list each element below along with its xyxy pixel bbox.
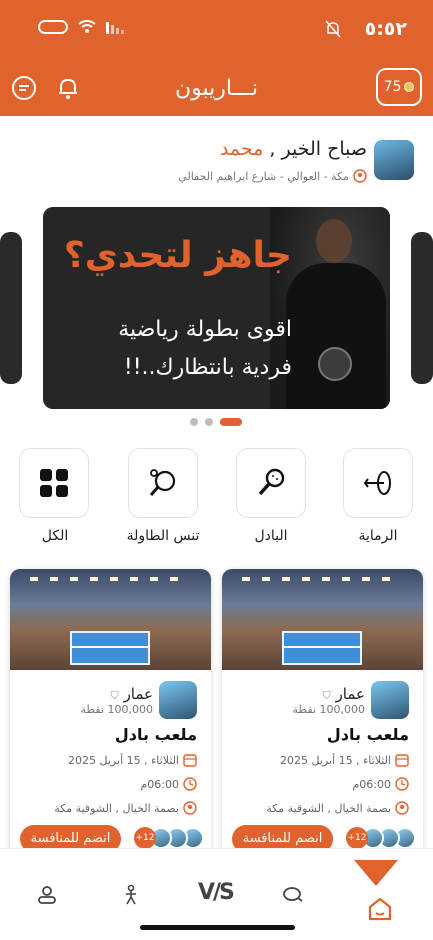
carousel-indicator [190,418,242,426]
carousel-dot[interactable] [205,418,213,426]
event-time-row: 06:00م [352,777,409,791]
event-title: ملعب بادل [326,725,409,744]
banner-line-1: اقوى بطولة رياضية [118,317,292,342]
more-participants-badge: +12 [346,827,368,849]
app-title: نـــاريبون [174,76,259,101]
event-date-row: الثلاثاء , 15 أبريل 2025 [280,753,409,767]
signal-icon [106,22,124,34]
grid-icon [40,469,68,497]
event-card[interactable]: عمار ⛉ 100,000 نقطة ملعب بادل الثلاثاء ,… [222,569,423,859]
event-time: 06:00م [140,777,179,791]
court-image [222,569,423,670]
player-points: 100,000 نقطة [292,703,365,716]
status-icons [38,20,128,34]
user-name: محمد [219,138,264,160]
wifi-icon [78,20,96,33]
player-name: عمار ⛉ [323,685,365,703]
category-archery[interactable] [343,448,413,518]
event-location: بصمة الخيال , الشوقية مكة [54,801,179,815]
calendar-icon [395,754,409,767]
location-pin-icon [353,169,367,183]
user-location[interactable]: مكة - العوالي - شارع ابراهيم الجفالي [178,169,367,183]
home-indicator [140,925,295,930]
category-label: البادل [254,528,288,544]
greeting-text: صباح الخير , [269,138,367,160]
carousel-dot[interactable] [190,418,198,426]
archery-target-icon [363,471,391,495]
active-tab-indicator [354,860,398,886]
greeting: صباح الخير , محمد [220,138,367,160]
player-name-text: عمار [335,685,365,703]
category-padel[interactable] [236,448,306,518]
banner-title: جاهز لتحدي؟ [63,235,292,276]
carousel-prev-slide[interactable] [0,232,22,384]
event-location-row: بصمة الخيال , الشوقية مكة [54,801,197,815]
shield-icon: ⛉ [110,689,119,702]
padel-racket-icon [258,468,285,496]
event-location: بصمة الخيال , الشوقية مكة [266,801,391,815]
event-date: الثلاثاء , 15 أبريل 2025 [280,753,391,767]
player-points: 100,000 نقطة [80,703,153,716]
location-text: مكة - العوالي - شارع ابراهيم الجفالي [178,169,349,183]
category-label: الكل [41,528,69,544]
event-location-row: بصمة الخيال , الشوقية مكة [266,801,409,815]
coin-icon [404,82,415,92]
profile-icon[interactable] [34,882,60,908]
event-date: الثلاثاء , 15 أبريل 2025 [68,753,179,767]
category-table-tennis[interactable] [128,448,198,518]
player-avatar [159,681,197,719]
carousel-dot-active[interactable] [220,418,242,426]
user-avatar[interactable] [374,140,414,180]
event-time: 06:00م [352,777,391,791]
event-title: ملعب بادل [114,725,197,744]
banner-line-2: فردية بانتظارك..!! [123,355,292,380]
calendar-icon [183,754,197,767]
more-participants-badge: +12 [134,827,156,849]
category-all[interactable] [19,448,89,518]
player-avatar [371,681,409,719]
status-time: ٥:٥٢ [364,18,407,40]
points-badge[interactable]: 75 [376,68,422,106]
mute-bell-icon [325,20,341,38]
carousel-next-slide[interactable] [411,232,433,384]
category-label: تنس الطاولة [126,528,200,544]
promo-banner[interactable]: جاهز لتحدي؟ اقوى بطولة رياضية فردية بانت… [43,207,390,409]
clock-icon [395,777,409,791]
event-card[interactable]: عمار ⛉ 100,000 نقطة ملعب بادل الثلاثاء ,… [10,569,211,859]
battery-icon [38,20,68,34]
activity-icon[interactable] [118,882,144,908]
shield-icon: ⛉ [322,689,331,702]
search-icon[interactable] [280,882,306,908]
location-pin-icon [395,801,409,815]
points-value: 75 [383,79,402,95]
home-icon[interactable] [366,895,394,923]
player-name-text: عمار [123,685,153,703]
player-name: عمار ⛉ [111,685,153,703]
table-tennis-icon [149,469,176,496]
event-date-row: الثلاثاء , 15 أبريل 2025 [68,753,197,767]
category-label: الرماية [358,528,398,544]
location-pin-icon [183,801,197,815]
versus-tab[interactable]: V/S [198,880,235,905]
clock-icon [183,777,197,791]
event-time-row: 06:00م [140,777,197,791]
court-image [10,569,211,670]
